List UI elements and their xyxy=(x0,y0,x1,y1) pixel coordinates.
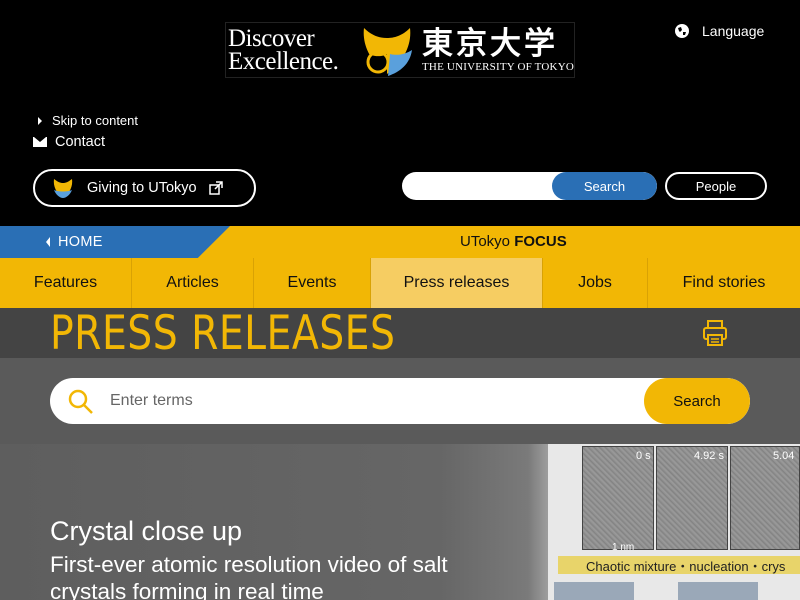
main-nav: Features Articles Events Press releases … xyxy=(0,258,800,308)
image-caption: Chaotic mixture・nucleation・crys xyxy=(558,556,800,574)
search-icon xyxy=(68,389,93,414)
focus-title-prefix: UTokyo xyxy=(460,233,511,250)
contact-link[interactable]: Contact xyxy=(33,134,105,150)
language-label: Language xyxy=(702,23,765,39)
header-search: Search xyxy=(402,172,657,200)
logo-tagline: Discover Excellence. xyxy=(228,25,339,75)
logo-english-name: THE UNIVERSITY OF TOKYO xyxy=(422,61,574,73)
contact-label: Contact xyxy=(55,134,105,150)
nav-item-find-stories[interactable]: Find stories xyxy=(648,258,800,308)
university-logo[interactable]: Discover Excellence. 東京大学 THE UNIVERSITY… xyxy=(225,22,575,78)
focus-title[interactable]: UTokyo FOCUS xyxy=(460,233,567,250)
skip-label: Skip to content xyxy=(52,113,138,128)
envelope-icon xyxy=(33,137,47,147)
giving-label: Giving to UTokyo xyxy=(87,180,197,196)
external-link-icon xyxy=(208,181,223,195)
image-time-label: 0 s xyxy=(636,450,651,462)
home-link[interactable]: HOME xyxy=(0,226,230,258)
press-search-button[interactable]: Search xyxy=(644,378,750,424)
people-button[interactable]: People xyxy=(665,172,767,200)
ginkgo-icon xyxy=(53,179,73,198)
language-selector[interactable]: Language xyxy=(674,23,764,39)
page-title: PRESS RELEASES xyxy=(50,306,396,361)
hero-kicker[interactable]: Crystal close up xyxy=(50,516,242,547)
image-thumbnail xyxy=(554,582,634,600)
ginkgo-emblem-icon xyxy=(363,28,412,76)
image-time-label: 4.92 s xyxy=(694,450,724,462)
image-time-label: 5.04 xyxy=(773,450,795,462)
nav-item-press-releases[interactable]: Press releases xyxy=(371,258,543,308)
home-label: HOME xyxy=(58,234,103,250)
giving-button[interactable]: Giving to UTokyo xyxy=(33,169,256,207)
globe-icon xyxy=(675,24,689,38)
print-icon[interactable] xyxy=(703,320,727,346)
caret-right-icon xyxy=(38,116,42,125)
nav-item-events[interactable]: Events xyxy=(254,258,371,308)
hero-headline[interactable]: First-ever atomic resolution video of sa… xyxy=(50,551,520,600)
scale-label: 1 nm xyxy=(612,542,635,553)
press-search-input[interactable] xyxy=(110,378,670,424)
header-search-button[interactable]: Search xyxy=(552,172,657,200)
focus-title-bold: FOCUS xyxy=(514,233,567,250)
skip-to-content-link[interactable]: Skip to content xyxy=(38,113,138,128)
press-search: Search xyxy=(50,378,750,424)
header-search-input[interactable] xyxy=(402,172,552,200)
nav-item-jobs[interactable]: Jobs xyxy=(543,258,648,308)
nav-item-articles[interactable]: Articles xyxy=(132,258,254,308)
image-thumbnail xyxy=(678,582,758,600)
logo-japanese-name: 東京大学 xyxy=(422,26,558,62)
caret-left-icon xyxy=(46,237,50,247)
hero-image: 0 s 4.92 s 5.04 1 nm Chaotic mixture・nuc… xyxy=(548,444,800,600)
nav-item-features[interactable]: Features xyxy=(0,258,132,308)
